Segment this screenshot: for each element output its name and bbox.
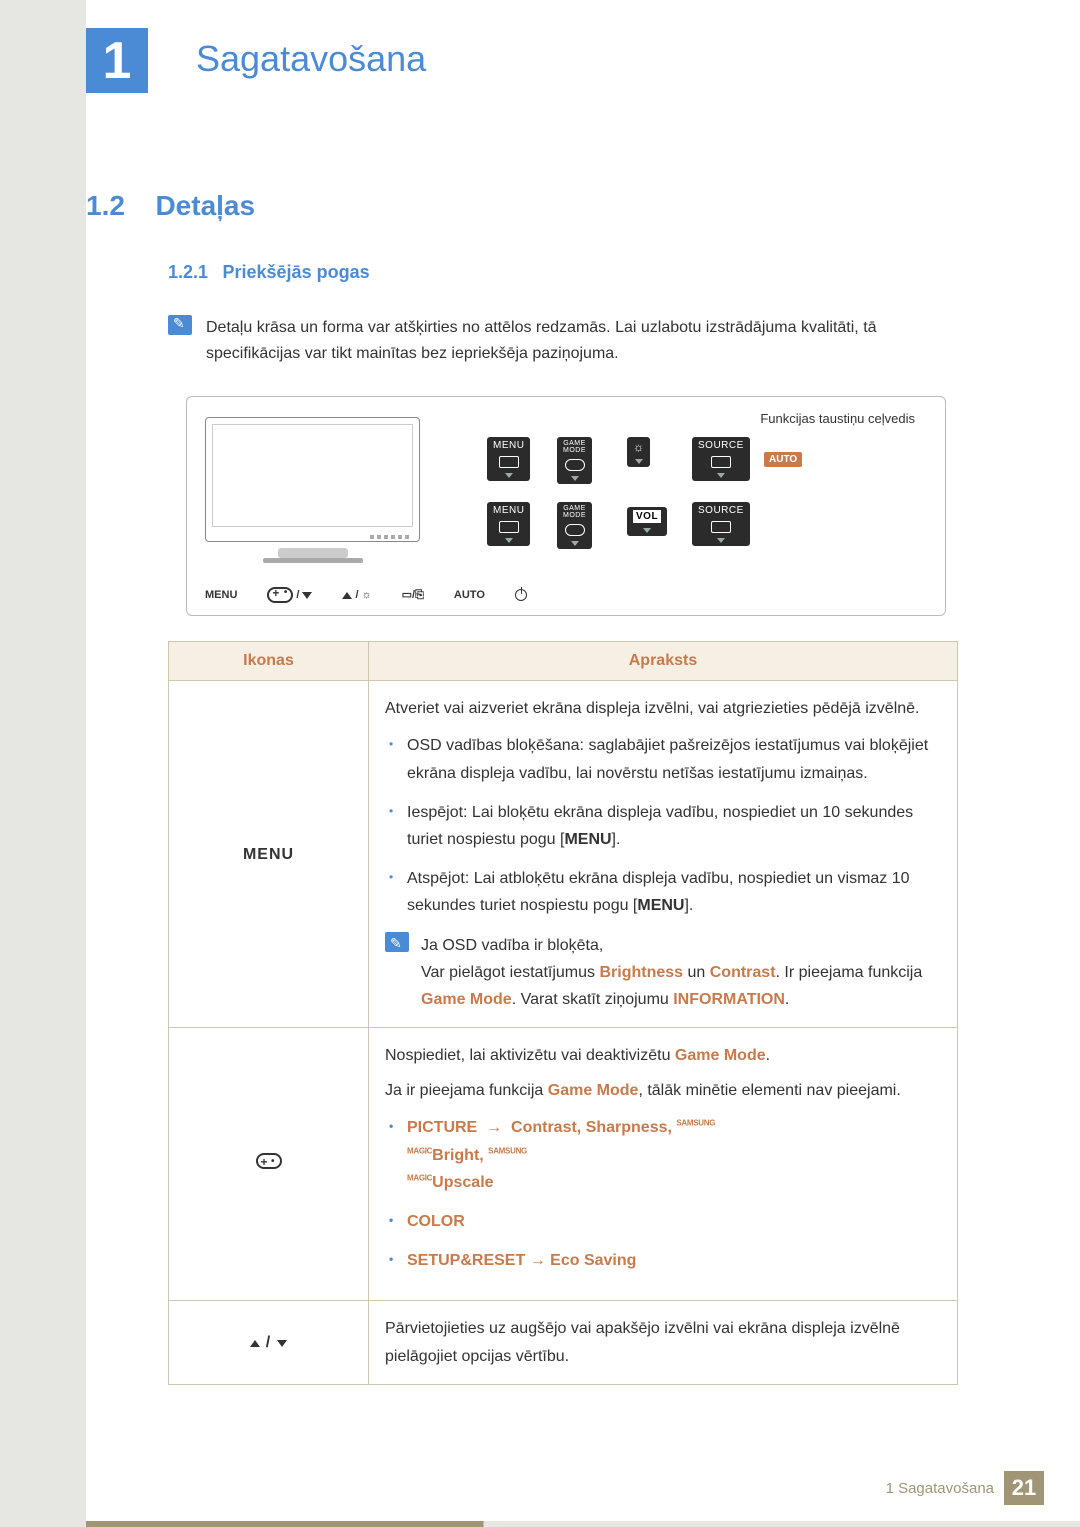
icon-game — [169, 1028, 369, 1301]
list-item: OSD vadības bloķēšana: saglabājiet pašre… — [385, 732, 941, 786]
header-desc: Apraksts — [369, 642, 958, 681]
menu-icon — [499, 456, 519, 468]
footer: 1 Sagatavošana 21 — [886, 1471, 1044, 1505]
guide-title: Funkcijas taustiņu ceļvedis — [760, 411, 915, 426]
strip-auto: AUTO — [454, 589, 485, 601]
strip-up-bright: / ☼ — [342, 589, 371, 601]
inline-note: Ja OSD vadība ir bloķēta, Var pielāgot i… — [385, 932, 941, 1014]
strip-game: / — [267, 587, 312, 603]
osd-menu-1: MENU — [487, 437, 530, 481]
desc-menu: Atveriet vai aizveriet ekrāna displeja i… — [369, 681, 958, 1028]
section-title: Detaļas — [155, 190, 255, 221]
chapter-number-box: 1 — [86, 28, 148, 93]
bottom-accent — [86, 1521, 1080, 1527]
triangle-down-icon — [277, 1340, 287, 1347]
table-row: Nospiediet, lai aktivizētu vai deaktiviz… — [169, 1028, 958, 1301]
table-row: MENU Atveriet vai aizveriet ekrāna displ… — [169, 681, 958, 1028]
source-icon — [711, 456, 731, 468]
chapter-title: Sagatavošana — [196, 38, 426, 80]
button-diagram: Funkcijas taustiņu ceļvedis MENU GAME MO… — [186, 396, 946, 616]
osd-source-1: SOURCE — [692, 437, 750, 481]
strip-menu: MENU — [205, 589, 237, 601]
table-header-row: Ikonas Apraksts — [169, 642, 958, 681]
list-item: SETUP&RESET → Eco Saving — [385, 1247, 941, 1274]
strip-source: ▭/⎘ — [402, 588, 424, 602]
subsection-heading: 1.2.1 Priekšējās pogas — [168, 262, 946, 283]
monitor-illustration — [205, 417, 420, 572]
osd-menu-2: MENU — [487, 502, 530, 546]
triangle-up-icon — [250, 1340, 260, 1347]
footer-chapter: 1 Sagatavošana — [886, 1480, 994, 1497]
desc-updown: Pārvietojieties uz augšējo vai apakšējo … — [369, 1301, 958, 1384]
note-icon — [385, 932, 409, 952]
osd-brightness: ☼ — [627, 437, 650, 467]
osd-game-2: GAME MODE — [557, 502, 592, 549]
page-number: 21 — [1004, 1471, 1044, 1505]
note-block: Detaļu krāsa un forma var atšķirties no … — [168, 315, 946, 366]
note-icon — [168, 315, 192, 335]
chapter-number: 1 — [103, 31, 132, 91]
icon-updown: / — [169, 1301, 369, 1384]
table-row: / Pārvietojieties uz augšējo vai apakšēj… — [169, 1301, 958, 1384]
buttons-table: Ikonas Apraksts MENU Atveriet vai aizver… — [168, 641, 958, 1385]
icon-menu: MENU — [169, 681, 369, 1028]
button-strip: MENU / / ☼ ▭/⎘ AUTO — [205, 587, 527, 603]
list-item: Atspējot: Lai atbloķētu ekrāna displeja … — [385, 865, 941, 919]
header-icons: Ikonas — [169, 642, 369, 681]
osd-game-1: GAME MODE — [557, 437, 592, 484]
list-item: COLOR — [385, 1208, 941, 1235]
section-heading: 1.2 Detaļas — [86, 190, 946, 222]
game-icon — [565, 459, 585, 471]
left-sidebar — [0, 0, 86, 1527]
list-item: PICTURE → Contrast, Sharpness, SAMSUNG M… — [385, 1114, 941, 1196]
osd-source-2: SOURCE — [692, 502, 750, 546]
subsection-title: Priekšējās pogas — [223, 262, 370, 282]
list-item: Iespējot: Lai bloķētu ekrāna displeja va… — [385, 799, 941, 853]
subsection-number: 1.2.1 — [168, 262, 208, 282]
gamepad-icon — [256, 1153, 282, 1169]
section-number: 1.2 — [86, 190, 151, 222]
strip-power — [515, 589, 527, 601]
osd-auto-1: AUTO — [764, 449, 802, 467]
note-text: Detaļu krāsa un forma var atšķirties no … — [206, 315, 946, 366]
desc-game: Nospiediet, lai aktivizētu vai deaktiviz… — [369, 1028, 958, 1301]
osd-vol: VOL — [627, 507, 667, 536]
